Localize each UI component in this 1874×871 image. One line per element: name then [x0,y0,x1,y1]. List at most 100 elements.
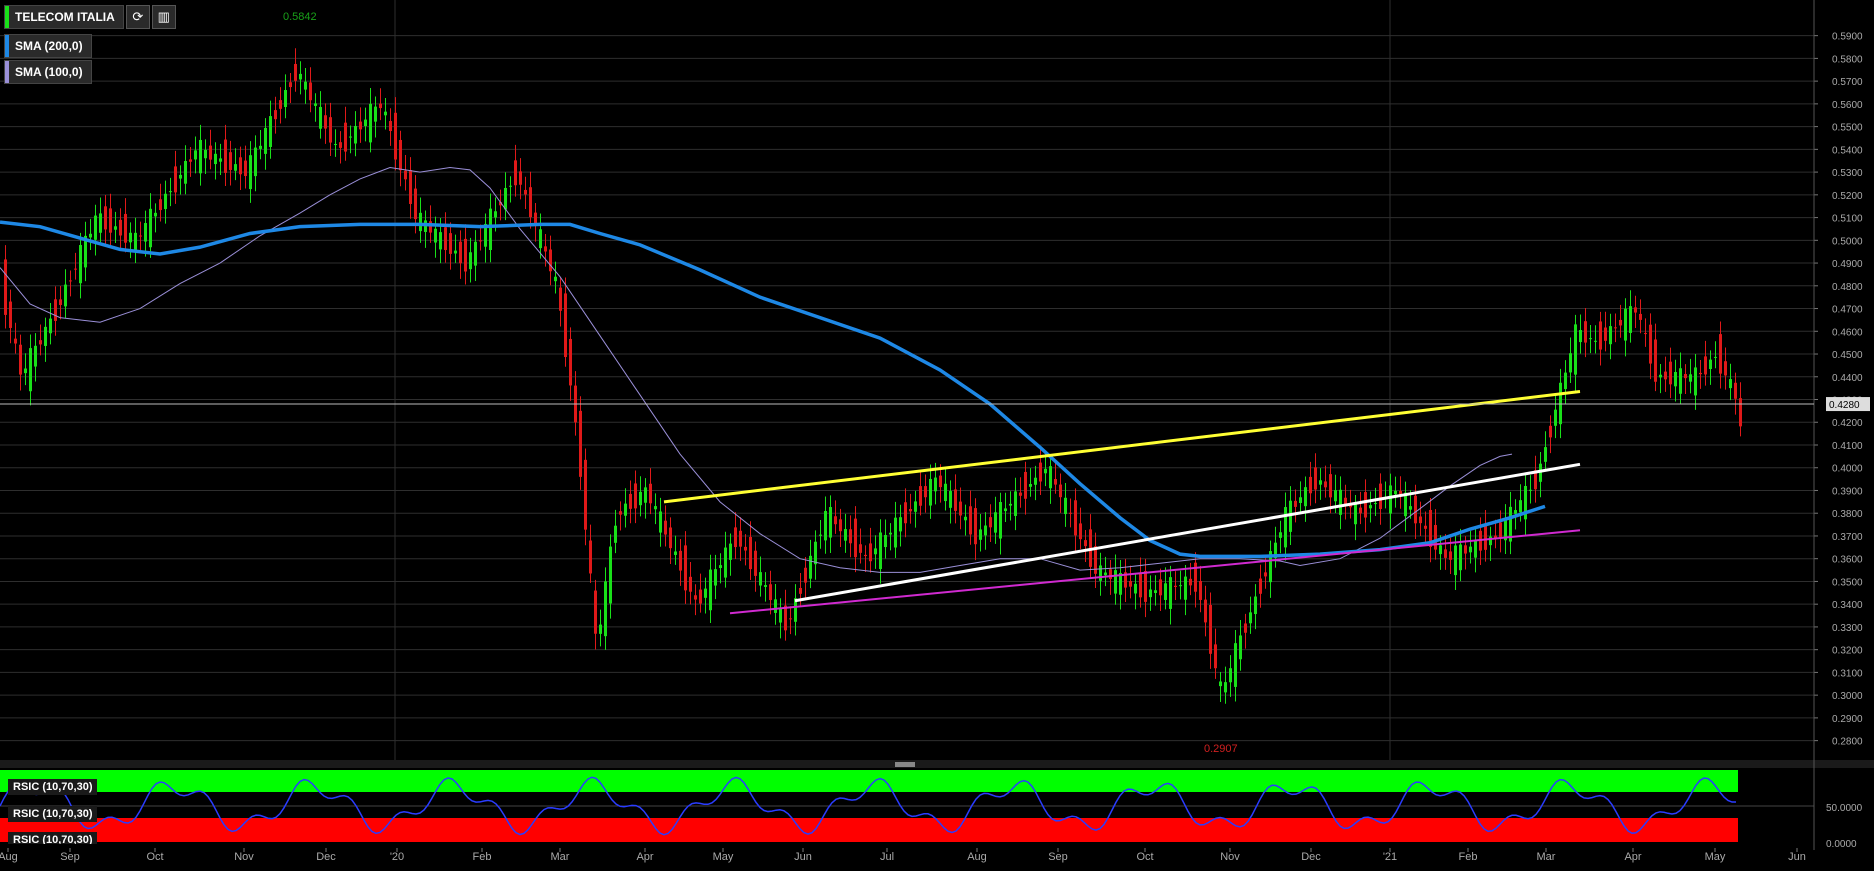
candle-body [1239,635,1242,660]
candle-body [1629,306,1632,333]
rsi-label-2[interactable]: RSIC (10,70,30) [8,806,98,822]
candle-body [1129,580,1132,587]
candle-body [909,508,912,512]
price-chart[interactable]: 0.5900 0.5800 0.5700 0.5600 0.5500 0.5400 0.53… [0,0,1874,871]
candle-body [564,293,567,358]
candle-body [14,338,17,344]
candle-body [829,507,832,538]
price-tick-label: 0.5400 [1832,145,1863,156]
candle-body [414,188,417,220]
candle-body [844,529,847,541]
sma200-legend: SMA (200,0) [4,34,92,58]
pane-resize-handle [895,762,915,767]
candle-body [699,589,702,604]
candle-body [49,318,52,334]
sma100-tag[interactable]: SMA (100,0) [4,60,92,84]
candle-body [1484,525,1487,550]
candle-body [209,145,212,160]
candle-body [114,226,117,230]
candle-body [1339,489,1342,515]
sma200-tag[interactable]: SMA (200,0) [4,34,92,58]
candle-body [1249,612,1252,624]
candle-body [1099,565,1102,581]
sma200-line [0,220,1546,559]
candle-body [1079,523,1082,540]
price-tick-label: 0.3800 [1832,509,1863,520]
candle-body [1689,374,1692,382]
candle-body [819,534,822,536]
candle-body [74,268,77,270]
candle-body [1364,492,1367,518]
candle-body [669,527,672,549]
rsi-label-1[interactable]: RSIC (10,70,30) [8,779,98,795]
price-tick-label: 0.5800 [1832,54,1863,65]
candle-body [1199,581,1202,600]
candle-body [1074,500,1077,536]
candle-body [974,508,977,545]
x-axis-label: Nov [1220,851,1240,863]
candle-body [804,567,807,583]
candle-body [1659,374,1662,378]
rsi-tick-label: 0.0000 [1826,839,1857,850]
candle-body [1219,681,1222,687]
candle-body [344,122,347,152]
candle-body [124,213,127,243]
candle-body [79,245,82,284]
price-tick-label: 0.5900 [1832,32,1863,43]
candle-body [229,152,232,170]
candle-body [94,215,97,240]
x-axis-label: Sep [60,851,80,863]
last-price-label: 0.4280 [1829,400,1860,411]
candle-body [174,166,177,193]
rsi-label-3[interactable]: RSIC (10,70,30) [8,832,98,844]
candle-body [1694,367,1697,396]
x-axis-label: Sep [1048,851,1068,863]
price-tick-label: 0.4400 [1832,373,1863,384]
price-tick-label: 0.5000 [1832,236,1863,247]
candle-body [1319,480,1322,485]
candle-body [179,174,182,179]
candle-body [784,605,787,631]
candle-body [1729,379,1732,389]
candle-body [789,618,792,620]
candle-body [449,233,452,254]
candle-body [169,191,172,193]
candle-body [29,348,32,392]
price-tick-label: 0.3500 [1832,577,1863,588]
x-axis-label: Mar [551,851,570,863]
candle-body [529,187,532,218]
candle-body [584,459,587,530]
candle-body [269,116,272,147]
candle-body [929,478,932,506]
candle-body [1634,307,1637,313]
candle-body [1619,319,1622,326]
candle-body [644,487,647,503]
candle-body [954,489,957,511]
candle-body [649,483,652,504]
candle-body [759,572,762,586]
candle-body [259,145,262,149]
candle-body [1719,334,1722,374]
price-tick-label: 0.3200 [1832,646,1863,657]
candle-body [9,301,12,328]
price-tick-label: 0.3000 [1832,691,1863,702]
chart-settings-icon[interactable]: ▥ [151,5,176,29]
candle-body [964,516,967,521]
candle-body [979,529,982,540]
candle-body [824,511,827,541]
candle-body [1279,532,1282,538]
candle-body [1664,371,1667,380]
price-tick-label: 0.4600 [1832,327,1863,338]
candle-body [1329,474,1332,498]
candle-body [1569,353,1572,373]
candle-body [254,147,257,177]
price-tick-label: 0.3600 [1832,555,1863,566]
candle-body [234,164,237,171]
refresh-icon[interactable]: ⟳ [125,5,150,29]
symbol-tag[interactable]: TELECOM ITALIA [4,5,124,29]
candle-body [734,527,737,548]
candle-body [274,110,277,120]
candle-body [1394,490,1397,495]
candle-body [1229,668,1232,683]
x-axis-label: Apr [1624,851,1641,863]
